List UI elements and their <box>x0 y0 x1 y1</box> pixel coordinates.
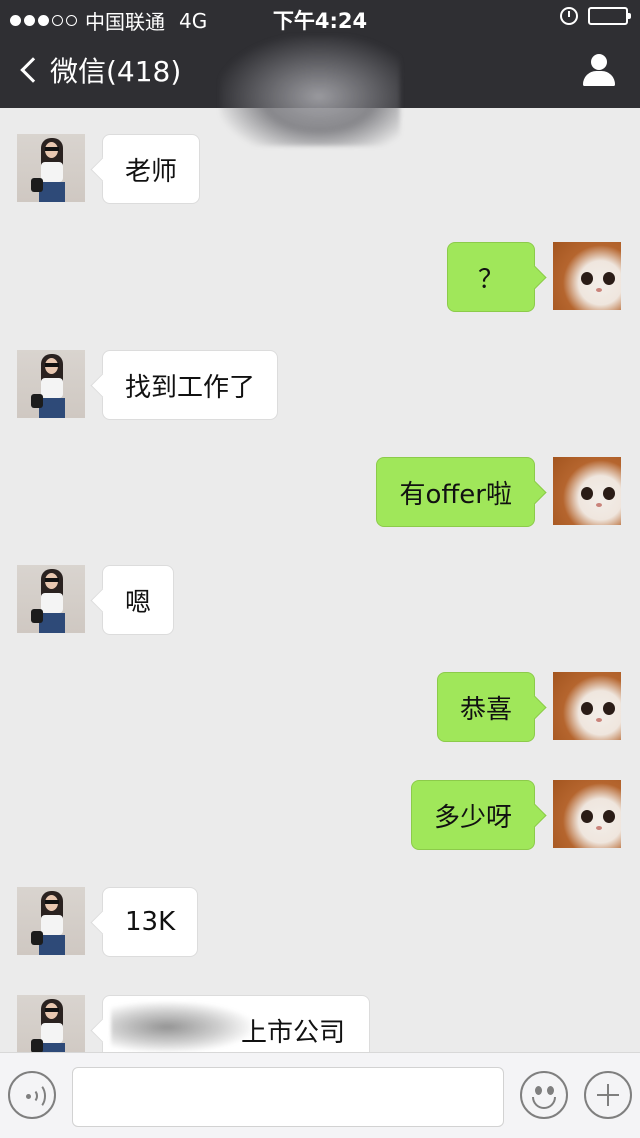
nav-bar: 微信(418) <box>0 36 640 146</box>
battery-icon <box>588 7 631 25</box>
contact-avatar[interactable] <box>17 350 85 418</box>
emoji-button[interactable] <box>520 1071 568 1119</box>
message-bubble[interactable]: 找到工作了 <box>102 350 279 420</box>
more-button[interactable] <box>584 1071 632 1119</box>
contact-avatar[interactable] <box>17 565 85 633</box>
message-incoming: 老师 <box>0 134 640 206</box>
user-avatar[interactable] <box>553 780 621 848</box>
user-avatar[interactable] <box>553 457 621 525</box>
message-incoming: 13K <box>0 887 640 959</box>
contact-profile-button[interactable] <box>582 54 616 88</box>
alarm-icon <box>560 7 578 25</box>
message-incoming: 嗯 <box>0 565 640 637</box>
user-avatar[interactable] <box>553 242 621 310</box>
person-icon <box>591 54 607 70</box>
message-outgoing: ？ <box>0 242 640 314</box>
message-outgoing: 恭喜 <box>0 672 640 744</box>
contact-avatar[interactable] <box>17 887 85 955</box>
message-bubble[interactable]: 上市公司 <box>102 995 370 1052</box>
message-bubble[interactable]: 多少呀 <box>410 780 535 850</box>
message-bubble[interactable]: 有offer啦 <box>376 457 535 527</box>
contact-avatar[interactable] <box>17 995 85 1052</box>
status-time: 下午4:24 <box>272 9 368 33</box>
message-bubble[interactable]: 恭喜 <box>436 672 535 742</box>
message-incoming: 上市公司 <box>0 995 640 1052</box>
user-avatar[interactable] <box>553 672 621 740</box>
message-text: 上市公司 <box>241 1017 346 1048</box>
message-bubble[interactable]: 13K <box>102 887 199 957</box>
status-right <box>560 7 631 25</box>
voice-input-button[interactable] <box>8 1071 56 1119</box>
emoji-icon <box>535 1086 542 1095</box>
chevron-left-icon <box>20 57 46 83</box>
top-bar: 中国联通 4G 下午4:24 微信(418) <box>0 0 640 146</box>
input-bar <box>0 1052 640 1138</box>
message-bubble[interactable]: 嗯 <box>102 565 175 635</box>
message-input[interactable] <box>72 1067 504 1127</box>
message-incoming: 找到工作了 <box>0 350 640 422</box>
message-bubble[interactable]: ？ <box>447 242 535 312</box>
message-outgoing: 多少呀 <box>0 780 640 852</box>
back-button[interactable]: 微信(418) <box>16 50 181 90</box>
message-outgoing: 有offer啦 <box>0 457 640 529</box>
back-label: 微信(418) <box>50 55 182 88</box>
redaction-scribble <box>111 1002 251 1052</box>
message-bubble[interactable]: 老师 <box>102 134 201 204</box>
contact-avatar[interactable] <box>17 134 85 202</box>
status-bar: 中国联通 4G 下午4:24 <box>0 0 640 36</box>
chat-title-redacted <box>220 36 400 146</box>
